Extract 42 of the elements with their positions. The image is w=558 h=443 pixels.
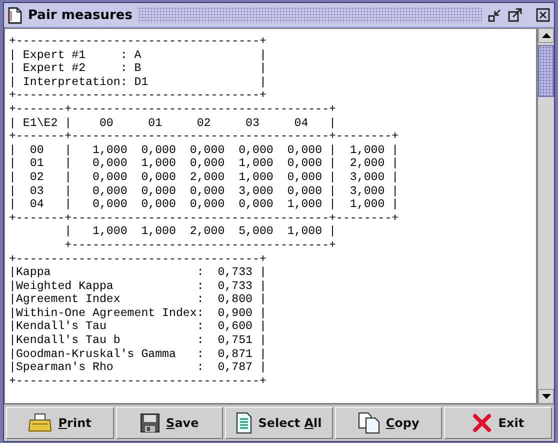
report-line: +-------------------------------------+	[64, 238, 336, 252]
report-line: |Within-One Agreement Index: 0,900 |	[9, 306, 266, 320]
report-line: |Goodman-Kruskal's Gamma : 0,871 |	[9, 348, 266, 362]
select-all-button[interactable]: Select All	[225, 407, 333, 439]
report-line: | Expert #2 : B |	[9, 62, 266, 76]
report-line: | Expert #1 : A |	[9, 48, 266, 62]
report-line: | Interpretation: D1 |	[9, 76, 266, 90]
report-line: | 1,000 1,000 2,000 5,000 1,000 |	[64, 225, 336, 239]
report-line: |Spearman's Rho : 0,787 |	[9, 361, 266, 375]
close-icon[interactable]	[536, 8, 550, 22]
document-icon	[8, 6, 22, 24]
scroll-thumb[interactable]	[538, 45, 554, 97]
report-line: |Kendall's Tau b : 0,751 |	[9, 334, 266, 348]
report-line: +-----------------------------------+	[9, 374, 266, 388]
report-line: | 01 | 0,000 1,000 0,000 1,000 0,000 | 2,000 |	[9, 157, 399, 171]
report-line: +-------+-------------------------------------+--------+	[9, 130, 399, 144]
close-icon	[472, 413, 492, 433]
exit-button[interactable]: Exit	[444, 407, 552, 439]
report-line: |Agreement Index : 0,800 |	[9, 293, 266, 307]
report-line: +-----------------------------------+	[9, 89, 266, 103]
report-line: | 03 | 0,000 0,000 0,000 3,000 0,000 | 3,000 |	[9, 184, 399, 198]
report-line: +-------+-------------------------------------+--------+	[9, 212, 399, 226]
report-line: | 04 | 0,000 0,000 0,000 0,000 1,000 | 1,000 |	[9, 198, 399, 212]
report-line: | E1\E2 | 00 01 02 03 04 |	[9, 116, 336, 130]
report-line: +-------+-------------------------------------+	[9, 102, 336, 117]
copy-button[interactable]: Copy	[334, 407, 442, 439]
report-line: +-----------------------------------+	[9, 35, 266, 49]
report-line: |Weighted Kappa : 0,733 |	[9, 280, 266, 294]
print-button[interactable]: Print	[6, 407, 114, 439]
report-line: | 00 | 1,000 0,000 0,000 0,000 0,000 | 1,000 |	[9, 144, 399, 158]
save-button[interactable]: Save	[116, 407, 224, 439]
copy-icon	[358, 412, 380, 434]
report-line: |Kendall's Tau : 0,600 |	[9, 320, 266, 334]
printer-icon	[28, 413, 52, 433]
report-line: |Kappa : 0,733 |	[9, 266, 266, 280]
window-title: Pair measures	[28, 8, 132, 22]
document-icon	[236, 412, 252, 434]
report-line: +-----------------------------------+	[9, 252, 266, 266]
scrollbar[interactable]	[537, 28, 554, 404]
report-line: | 02 | 0,000 0,000 2,000 1,000 0,000 | 3,000 |	[9, 170, 399, 185]
maximize-icon[interactable]	[508, 8, 522, 22]
minimize-icon[interactable]	[488, 8, 502, 22]
